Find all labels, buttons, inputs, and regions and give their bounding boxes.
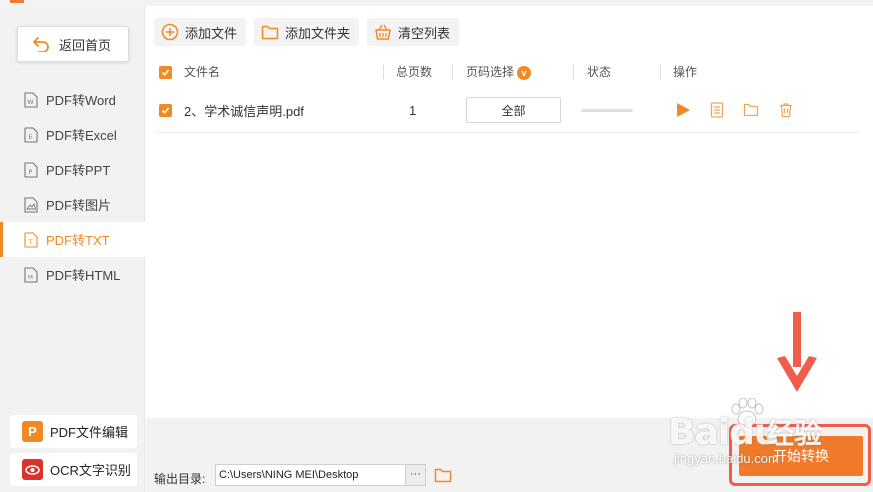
svg-text:P: P (29, 168, 33, 176)
page-select-dropdown[interactable]: 全部 (466, 97, 561, 123)
sidebar-item-label: PDF转TXT (46, 233, 110, 248)
dropdown-v-icon[interactable]: v (517, 65, 532, 80)
add-file-button[interactable]: 添加文件 (154, 18, 247, 46)
row-checkbox[interactable] (159, 88, 172, 132)
column-divider (452, 65, 453, 79)
folder-icon (261, 25, 279, 40)
total-pages-cell: 1 (409, 102, 417, 118)
svg-text:W: W (27, 98, 34, 106)
red-down-arrow-annotation (777, 312, 817, 392)
app-logo-fragment (10, 0, 24, 3)
excel-doc-icon: E (24, 126, 38, 143)
column-divider (660, 65, 661, 79)
column-divider (383, 65, 384, 79)
sidebar-item-pdf-to-txt[interactable]: T PDF转TXT (0, 222, 145, 257)
pdf-editor-button[interactable]: P PDF文件编辑 (10, 415, 137, 448)
start-button-highlight: 开始转换 (729, 424, 871, 486)
file-name-cell: 2、学术诚信声明.pdf (184, 103, 304, 119)
basket-icon (375, 24, 391, 40)
clear-list-label: 清空列表 (398, 25, 451, 41)
pdf-editor-label: PDF文件编辑 (50, 425, 129, 440)
column-divider (573, 65, 574, 79)
back-home-button[interactable]: 返回首页 (17, 26, 129, 62)
open-output-folder-icon[interactable] (434, 467, 452, 488)
sidebar-nav: W PDF转Word E PDF转Excel P PDF转PPT PDF转图片 T PDF转TX… (0, 82, 145, 292)
start-convert-button[interactable]: 开始转换 (739, 436, 863, 476)
column-actions: 操作 (673, 65, 698, 79)
column-file-name: 文件名 (184, 65, 221, 79)
sidebar-item-pdf-to-图片[interactable]: PDF转图片 (0, 187, 145, 222)
column-total-pages: 总页数 (396, 65, 433, 79)
page-select-cell: 全部 (466, 88, 561, 132)
play-convert-icon[interactable] (673, 100, 693, 120)
sidebar-item-pdf-to-word[interactable]: W PDF转Word (0, 82, 145, 117)
sidebar-item-pdf-to-excel[interactable]: E PDF转Excel (0, 117, 145, 152)
column-page-select[interactable]: 页码选择 v (466, 58, 532, 86)
toolbar: 添加文件 添加文件夹 清空列表 (154, 18, 467, 46)
plus-circle-icon (161, 23, 179, 41)
column-status: 状态 (587, 65, 612, 79)
browse-button[interactable]: ··· (406, 464, 426, 486)
svg-text:T: T (28, 238, 33, 246)
ocr-button[interactable]: OCR文字识别 (10, 453, 137, 486)
ppt-doc-icon: P (24, 161, 38, 178)
sidebar-item-label: PDF转Word (46, 93, 116, 108)
clear-list-button[interactable]: 清空列表 (367, 18, 460, 46)
html-doc-icon: H (24, 266, 38, 283)
ocr-eye-icon (22, 459, 43, 480)
sidebar-item-pdf-to-ppt[interactable]: P PDF转PPT (0, 152, 145, 187)
output-dir-label: 输出目录: (154, 472, 206, 486)
ocr-label: OCR文字识别 (50, 463, 131, 478)
back-home-label: 返回首页 (59, 37, 112, 53)
bottom-bar: 输出目录: C:\Users\NING MEI\Desktop ··· 开始转换 (146, 418, 873, 492)
open-folder-icon[interactable] (741, 100, 761, 120)
select-all-checkbox[interactable] (159, 58, 172, 86)
svg-text:E: E (28, 133, 32, 141)
table-row: 2、学术诚信声明.pdf 1 全部 (154, 88, 860, 133)
page-select-header-label: 页码选择 (466, 65, 515, 79)
sidebar-item-label: PDF转图片 (46, 198, 112, 213)
main-panel: 添加文件 添加文件夹 清空列表 文件名 总页数 页码选择 v 状态 操作 2、学术… (146, 6, 873, 492)
sidebar: 返回首页 W PDF转Word E PDF转Excel P PDF转PPT PDF转图片 T P… (0, 6, 145, 492)
txt-doc-icon: T (24, 231, 38, 248)
document-preview-icon[interactable] (707, 100, 727, 120)
add-file-label: 添加文件 (185, 25, 238, 41)
output-path-field[interactable]: C:\Users\NING MEI\Desktop (215, 464, 406, 486)
add-folder-label: 添加文件夹 (285, 25, 351, 41)
svg-text:H: H (28, 273, 33, 281)
delete-trash-icon[interactable] (776, 100, 796, 120)
pdf-editor-icon: P (22, 421, 43, 442)
sidebar-item-pdf-to-html[interactable]: H PDF转HTML (0, 257, 145, 292)
add-folder-button[interactable]: 添加文件夹 (254, 18, 360, 46)
table-header: 文件名 总页数 页码选择 v 状态 操作 (154, 58, 860, 86)
conversion-progress-bar (581, 108, 633, 112)
word-doc-icon: W (24, 91, 38, 108)
sidebar-item-label: PDF转PPT (46, 163, 111, 178)
image-doc-icon (24, 196, 38, 213)
status-cell (581, 88, 633, 132)
sidebar-item-label: PDF转Excel (46, 128, 117, 143)
sidebar-item-label: PDF转HTML (46, 268, 121, 283)
return-arrow-icon (33, 37, 49, 52)
